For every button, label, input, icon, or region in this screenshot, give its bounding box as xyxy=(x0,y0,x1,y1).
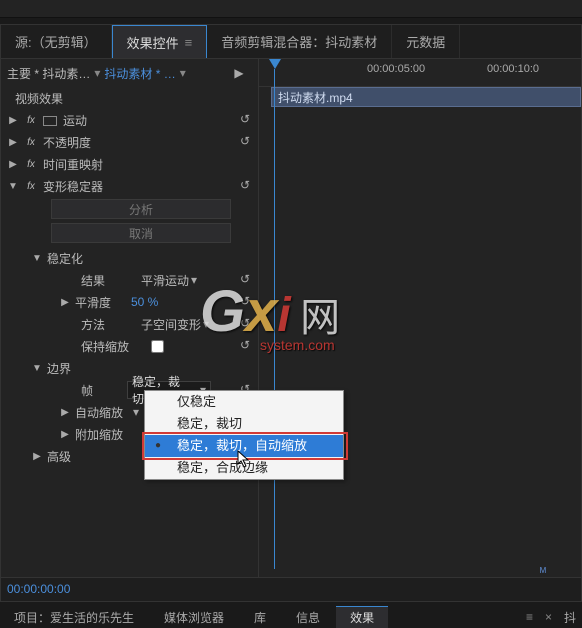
tab-effect-controls-label: 效果控件 xyxy=(127,33,179,52)
marker-icon: ᴹ xyxy=(540,565,546,579)
framing-option-stabilize-crop-autoscale[interactable]: 稳定，裁切，自动缩放 xyxy=(145,435,343,457)
twirl-open-icon[interactable]: ▼ xyxy=(31,363,43,374)
framing-dropdown-menu: 仅稳定 稳定，裁切 稳定，裁切，自动缩放 稳定，合成边缘 xyxy=(144,390,344,480)
row-preserve-scale: 保持缩放 ↺ xyxy=(1,335,258,357)
tab-effect-controls[interactable]: 效果控件 ≡ xyxy=(112,25,208,58)
panel-tab-bar: 源:（无剪辑） 效果控件 ≡ 音频剪辑混合器：抖动素材 元数据 xyxy=(0,24,582,58)
twirl-open-icon[interactable]: ▼ xyxy=(31,253,43,264)
sequence-clip-label[interactable]: 抖动素材 * … xyxy=(104,65,175,82)
panel-menu-icon[interactable]: ≡ xyxy=(526,610,543,624)
fx-badge-icon[interactable]: fx xyxy=(23,135,39,149)
timeline-ruler[interactable]: 00:00:05:00 00:00:10:0 xyxy=(259,59,581,87)
toggle-keyframe-area-icon[interactable]: ▶ xyxy=(234,66,243,80)
twirl-open-icon[interactable]: ▼ xyxy=(7,181,19,192)
current-timecode[interactable]: 00:00:00:00 xyxy=(0,578,582,602)
tab-info[interactable]: 信息 xyxy=(282,607,334,628)
twirl-icon[interactable]: ▶ xyxy=(31,451,43,462)
master-clip-label[interactable]: 主要 * 抖动素… xyxy=(7,65,90,82)
row-time-remap[interactable]: ▶ fx 时间重映射 xyxy=(1,153,258,175)
advanced-label: 高级 xyxy=(47,448,71,465)
smoothness-value[interactable]: 50 % xyxy=(131,295,158,309)
framing-option-stabilize-synthesize[interactable]: 稳定，合成边缘 xyxy=(145,457,343,479)
method-label: 方法 xyxy=(81,316,133,333)
effect-controls-timeline: 00:00:05:00 00:00:10:0 抖动素材.mp4 xyxy=(259,59,581,577)
framing-option-stabilize-only[interactable]: 仅稳定 xyxy=(145,391,343,413)
reset-method-icon[interactable]: ↺ xyxy=(236,316,254,332)
motion-label: 运动 xyxy=(63,112,87,129)
row-result: 结果 平滑运动▾ ↺ xyxy=(1,269,258,291)
row-smoothness: ▶ 平滑度 50 % ↺ xyxy=(1,291,258,313)
twirl-icon[interactable]: ▶ xyxy=(59,429,71,440)
tab-effects[interactable]: 效果 xyxy=(336,606,388,628)
sequence-clip-dropdown-icon[interactable]: ▾ xyxy=(180,66,186,80)
row-opacity[interactable]: ▶ fx 不透明度 ↺ xyxy=(1,131,258,153)
dropdown-caret-icon: ▾ xyxy=(191,273,197,287)
fx-badge-icon[interactable]: fx xyxy=(23,113,39,127)
master-clip-dropdown-icon[interactable]: ▾ xyxy=(94,66,100,80)
warp-stabilizer-label: 变形稳定器 xyxy=(43,178,103,195)
twirl-icon[interactable]: ▶ xyxy=(7,115,19,126)
twirl-icon[interactable]: ▶ xyxy=(7,159,19,170)
time-tick-1: 00:00:05:00 xyxy=(367,63,425,75)
fx-badge-icon[interactable]: fx xyxy=(23,179,39,193)
row-warp-stabilizer[interactable]: ▼ fx 变形稳定器 ↺ xyxy=(1,175,258,197)
result-dropdown[interactable]: 平滑运动▾ xyxy=(137,272,207,289)
clip-strip[interactable]: 抖动素材.mp4 xyxy=(271,87,581,107)
smoothness-label: 平滑度 xyxy=(75,294,127,311)
clip-header: 主要 * 抖动素… ▾ 抖动素材 * … ▾ ▶ xyxy=(1,59,258,87)
playhead-icon[interactable] xyxy=(269,59,281,69)
row-method: 方法 子空间变形▾ ↺ xyxy=(1,313,258,335)
twirl-icon[interactable]: ▶ xyxy=(7,137,19,148)
bottom-panel-tabs: 项目：爱生活的乐先生 媒体浏览器 库 信息 效果 ≡ × 抖 xyxy=(0,606,582,628)
row-borders[interactable]: ▼ 边界 xyxy=(1,357,258,379)
reset-result-icon[interactable]: ↺ xyxy=(236,272,254,288)
row-stabilization[interactable]: ▼ 稳定化 xyxy=(1,247,258,269)
borders-label: 边界 xyxy=(47,360,71,377)
analyze-button[interactable]: 分析 xyxy=(51,199,231,219)
dropdown-caret-icon: ▾ xyxy=(203,317,209,331)
reset-opacity-icon[interactable]: ↺ xyxy=(236,134,254,150)
time-remap-label: 时间重映射 xyxy=(43,156,103,173)
close-icon[interactable]: × xyxy=(545,610,562,624)
keyframe-area[interactable] xyxy=(259,107,581,577)
section-video-effects: 视频效果 xyxy=(1,87,258,109)
fx-badge-icon[interactable]: fx xyxy=(23,157,39,171)
dropdown-caret-icon: ▾ xyxy=(133,405,139,419)
tab-media-browser[interactable]: 媒体浏览器 xyxy=(150,607,238,628)
opacity-label: 不透明度 xyxy=(43,134,91,151)
reset-warp-icon[interactable]: ↺ xyxy=(236,178,254,194)
effect-controls-left: 主要 * 抖动素… ▾ 抖动素材 * … ▾ ▶ 视频效果 ▶ fx 运动 ↺ … xyxy=(1,59,259,577)
framing-option-stabilize-crop[interactable]: 稳定，裁切 xyxy=(145,413,343,435)
time-tick-2: 00:00:10:0 xyxy=(487,63,539,75)
top-menubar xyxy=(0,0,582,18)
panel-menu-icon[interactable]: ≡ xyxy=(185,35,193,50)
frame-label: 帧 xyxy=(81,382,123,399)
reset-smoothness-icon[interactable]: ↺ xyxy=(236,294,254,310)
preserve-scale-checkbox[interactable] xyxy=(151,340,164,353)
row-motion[interactable]: ▶ fx 运动 ↺ xyxy=(1,109,258,131)
preserve-scale-label: 保持缩放 xyxy=(81,338,129,355)
tab-project[interactable]: 项目：爱生活的乐先生 xyxy=(0,607,148,628)
analyze-buttons: 分析 取消 xyxy=(51,199,250,243)
reset-motion-icon[interactable]: ↺ xyxy=(236,112,254,128)
tab-library[interactable]: 库 xyxy=(240,607,280,628)
tab-metadata[interactable]: 元数据 xyxy=(392,25,460,58)
auto-scale-label: 自动缩放 xyxy=(75,404,127,421)
sequence-tab[interactable]: 抖 xyxy=(564,609,582,626)
effect-list: 视频效果 ▶ fx 运动 ↺ ▶ fx 不透明度 ↺ ▶ fx 时间重映射 xyxy=(1,87,258,577)
twirl-icon[interactable]: ▶ xyxy=(59,407,71,418)
tab-source[interactable]: 源:（无剪辑） xyxy=(1,25,112,58)
playhead-line xyxy=(274,69,275,569)
video-effects-label: 视频效果 xyxy=(7,90,63,107)
motion-rect-icon xyxy=(43,114,59,126)
result-label: 结果 xyxy=(81,272,133,289)
effect-controls-panel: 主要 * 抖动素… ▾ 抖动素材 * … ▾ ▶ 视频效果 ▶ fx 运动 ↺ … xyxy=(0,58,582,578)
stabilization-label: 稳定化 xyxy=(47,250,83,267)
method-dropdown[interactable]: 子空间变形▾ xyxy=(137,316,213,333)
addl-scale-label: 附加缩放 xyxy=(75,426,127,443)
cancel-button[interactable]: 取消 xyxy=(51,223,231,243)
tab-audio-mixer[interactable]: 音频剪辑混合器：抖动素材 xyxy=(207,25,392,58)
twirl-icon[interactable]: ▶ xyxy=(59,297,71,308)
reset-preserve-scale-icon[interactable]: ↺ xyxy=(236,338,254,354)
